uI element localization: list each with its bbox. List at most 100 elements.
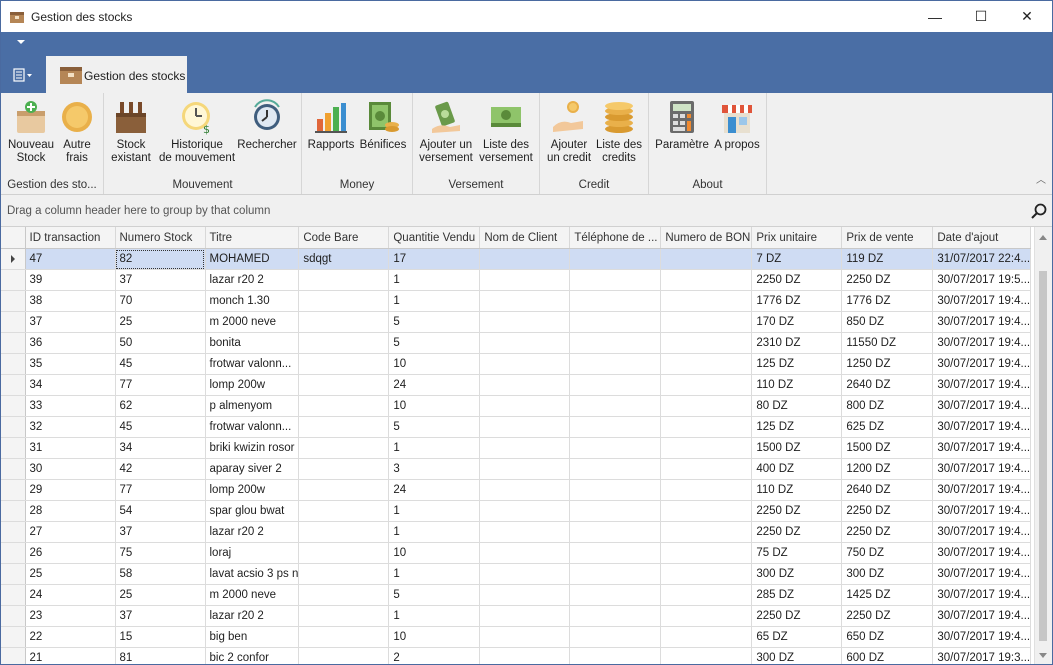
table-cell[interactable]: 75 DZ [751, 542, 843, 564]
column-header[interactable]: Prix unitaire [751, 227, 843, 249]
table-cell[interactable] [569, 647, 662, 664]
table-cell[interactable]: 10 [388, 353, 481, 375]
table-cell[interactable]: 28 [25, 500, 116, 522]
table-cell[interactable]: 600 DZ [841, 647, 934, 664]
table-cell[interactable] [298, 311, 390, 333]
table-cell[interactable]: 110 DZ [751, 479, 843, 501]
table-cell[interactable] [479, 437, 571, 459]
table-row[interactable]: 27 37 lazar r20 2 1 2250 DZ 2250 DZ 30/07/2017… [1, 521, 1032, 543]
table-cell[interactable] [569, 500, 662, 522]
table-cell[interactable]: 30/07/2017 19:4... [932, 521, 1032, 543]
table-cell[interactable] [479, 416, 571, 438]
row-indicator[interactable] [1, 269, 26, 291]
table-cell[interactable] [298, 626, 390, 648]
row-indicator[interactable] [1, 500, 26, 522]
table-cell[interactable]: 30/07/2017 19:4... [932, 353, 1032, 375]
table-cell[interactable] [479, 647, 571, 664]
table-cell[interactable]: 2310 DZ [751, 332, 843, 354]
table-cell[interactable]: 7 DZ [751, 248, 843, 270]
table-cell[interactable] [569, 290, 662, 312]
row-indicator[interactable] [1, 542, 26, 564]
table-cell[interactable]: spar glou bwat [205, 500, 300, 522]
table-cell[interactable]: 1 [388, 521, 481, 543]
table-cell[interactable]: 125 DZ [751, 353, 843, 375]
table-row[interactable]: 35 45 frotwar valonn... 10 125 DZ 1250 DZ 30/0… [1, 353, 1032, 375]
table-cell[interactable]: 300 DZ [751, 563, 843, 585]
table-cell[interactable]: 1 [388, 290, 481, 312]
search-icon[interactable] [1030, 202, 1048, 220]
table-cell[interactable]: 30/07/2017 19:4... [932, 563, 1032, 585]
table-cell[interactable]: 30/07/2017 19:4... [932, 626, 1032, 648]
row-indicator[interactable] [1, 248, 26, 270]
table-cell[interactable] [660, 395, 753, 417]
table-cell[interactable]: 38 [25, 290, 116, 312]
table-cell[interactable]: 42 [115, 458, 206, 480]
table-cell[interactable]: MOHAMED [205, 248, 300, 270]
application-menu-icon[interactable] [13, 68, 33, 82]
table-row[interactable]: 47 82 MOHAMED sdqgt 17 7 DZ 119 DZ 31/07/2017 2… [1, 248, 1032, 270]
table-cell[interactable]: 75 [115, 542, 206, 564]
table-cell[interactable]: 750 DZ [841, 542, 934, 564]
table-cell[interactable] [479, 395, 571, 417]
table-cell[interactable]: 125 DZ [751, 416, 843, 438]
table-cell[interactable]: 2640 DZ [841, 479, 934, 501]
table-row[interactable]: 23 37 lazar r20 2 1 2250 DZ 2250 DZ 30/07/2017… [1, 605, 1032, 627]
table-cell[interactable]: 850 DZ [841, 311, 934, 333]
table-cell[interactable]: 36 [25, 332, 116, 354]
column-header[interactable]: Code Bare [298, 227, 390, 249]
table-cell[interactable] [569, 521, 662, 543]
table-cell[interactable]: 5 [388, 332, 481, 354]
row-indicator[interactable] [1, 311, 26, 333]
table-cell[interactable] [660, 311, 753, 333]
table-cell[interactable]: 2250 DZ [751, 500, 843, 522]
table-cell[interactable]: 119 DZ [841, 248, 934, 270]
table-cell[interactable] [479, 311, 571, 333]
minimize-button[interactable]: — [912, 1, 958, 32]
table-cell[interactable]: briki kwizin rosor [205, 437, 300, 459]
row-indicator[interactable] [1, 584, 26, 606]
table-cell[interactable] [298, 374, 390, 396]
table-row[interactable]: 26 75 loraj 10 75 DZ 750 DZ 30/07/2017 19:4... [1, 542, 1032, 564]
stock-existant-button[interactable]: Stock existant [108, 99, 154, 165]
column-header[interactable]: Nom de Client [479, 227, 571, 249]
table-cell[interactable] [569, 542, 662, 564]
table-cell[interactable]: 50 [115, 332, 206, 354]
table-cell[interactable] [479, 584, 571, 606]
table-cell[interactable] [660, 584, 753, 606]
table-cell[interactable]: 17 [388, 248, 481, 270]
table-cell[interactable]: m 2000 neve [205, 311, 300, 333]
table-cell[interactable]: 25 [25, 563, 116, 585]
table-cell[interactable] [479, 521, 571, 543]
table-cell[interactable]: 5 [388, 584, 481, 606]
liste-credits-button[interactable]: Liste des credits [595, 99, 643, 165]
table-cell[interactable]: 10 [388, 626, 481, 648]
vertical-scrollbar[interactable] [1034, 227, 1052, 664]
table-cell[interactable] [298, 584, 390, 606]
table-cell[interactable]: 33 [25, 395, 116, 417]
table-row[interactable]: 25 58 lavat acsio 3 ps n 1 300 DZ 300 DZ 30/07… [1, 563, 1032, 585]
table-cell[interactable]: 10 [388, 395, 481, 417]
table-cell[interactable]: lavat acsio 3 ps n [205, 563, 300, 585]
table-row[interactable]: 37 25 m 2000 neve 5 170 DZ 850 DZ 30/07/2017 1… [1, 311, 1032, 333]
scroll-down-icon[interactable] [1039, 653, 1047, 658]
nouveau-stock-button[interactable]: Nouveau Stock [6, 99, 56, 165]
table-cell[interactable]: m 2000 neve [205, 584, 300, 606]
table-cell[interactable]: 30/07/2017 19:4... [932, 605, 1032, 627]
autre-frais-button[interactable]: Autre frais [56, 99, 98, 165]
table-cell[interactable] [298, 563, 390, 585]
table-cell[interactable] [298, 332, 390, 354]
table-cell[interactable]: 30/07/2017 19:4... [932, 584, 1032, 606]
table-row[interactable]: 21 81 bic 2 confor 2 300 DZ 600 DZ 30/07/2017 … [1, 647, 1032, 664]
table-cell[interactable]: 1 [388, 437, 481, 459]
table-cell[interactable]: 2 [388, 647, 481, 664]
table-cell[interactable]: 80 DZ [751, 395, 843, 417]
table-cell[interactable]: p almenyom [205, 395, 300, 417]
table-cell[interactable]: 81 [115, 647, 206, 664]
table-cell[interactable]: 62 [115, 395, 206, 417]
table-cell[interactable]: 30/07/2017 19:4... [932, 500, 1032, 522]
table-cell[interactable]: 37 [25, 311, 116, 333]
table-cell[interactable] [298, 542, 390, 564]
column-header[interactable]: Quantitie Vendu [388, 227, 481, 249]
table-cell[interactable]: 2250 DZ [751, 521, 843, 543]
row-indicator[interactable] [1, 458, 26, 480]
